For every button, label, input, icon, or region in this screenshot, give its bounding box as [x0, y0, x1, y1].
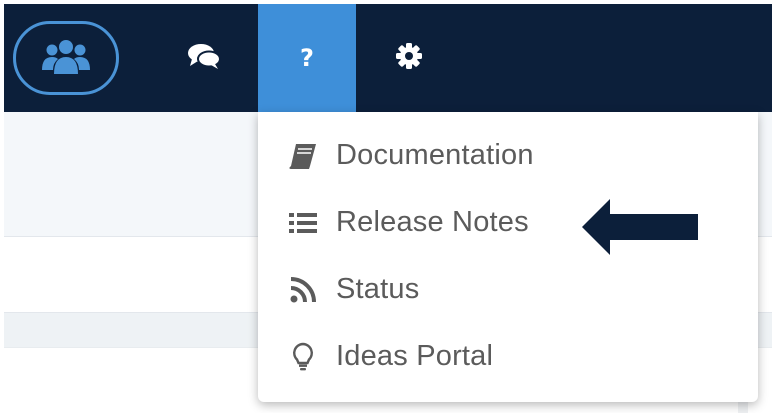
menu-item-label: Ideas Portal: [336, 340, 494, 372]
chat-button[interactable]: [164, 4, 244, 112]
team-button[interactable]: [10, 4, 122, 112]
menu-item-label: Status: [336, 273, 420, 305]
help-icon: ?: [300, 44, 314, 72]
lightbulb-icon: [286, 340, 320, 374]
team-icon: [42, 36, 90, 81]
menu-item-documentation[interactable]: Documentation: [258, 122, 758, 189]
settings-button[interactable]: [369, 4, 449, 112]
book-icon: [286, 139, 320, 173]
rss-icon: [286, 273, 320, 307]
menu-item-ideas-portal[interactable]: Ideas Portal: [258, 323, 758, 390]
menu-item-status[interactable]: Status: [258, 256, 758, 323]
top-navigation-bar: ?: [4, 4, 772, 112]
arrow-left-icon: [582, 199, 700, 260]
gear-icon: [395, 42, 423, 75]
list-icon: [286, 206, 320, 240]
screen: ? Documentation Release Notes Status Ide…: [0, 0, 772, 413]
menu-item-label: Release Notes: [336, 206, 529, 238]
help-button[interactable]: ?: [258, 4, 356, 112]
menu-item-label: Documentation: [336, 139, 534, 171]
chat-icon: [187, 42, 221, 75]
team-button-ring: [13, 21, 119, 95]
